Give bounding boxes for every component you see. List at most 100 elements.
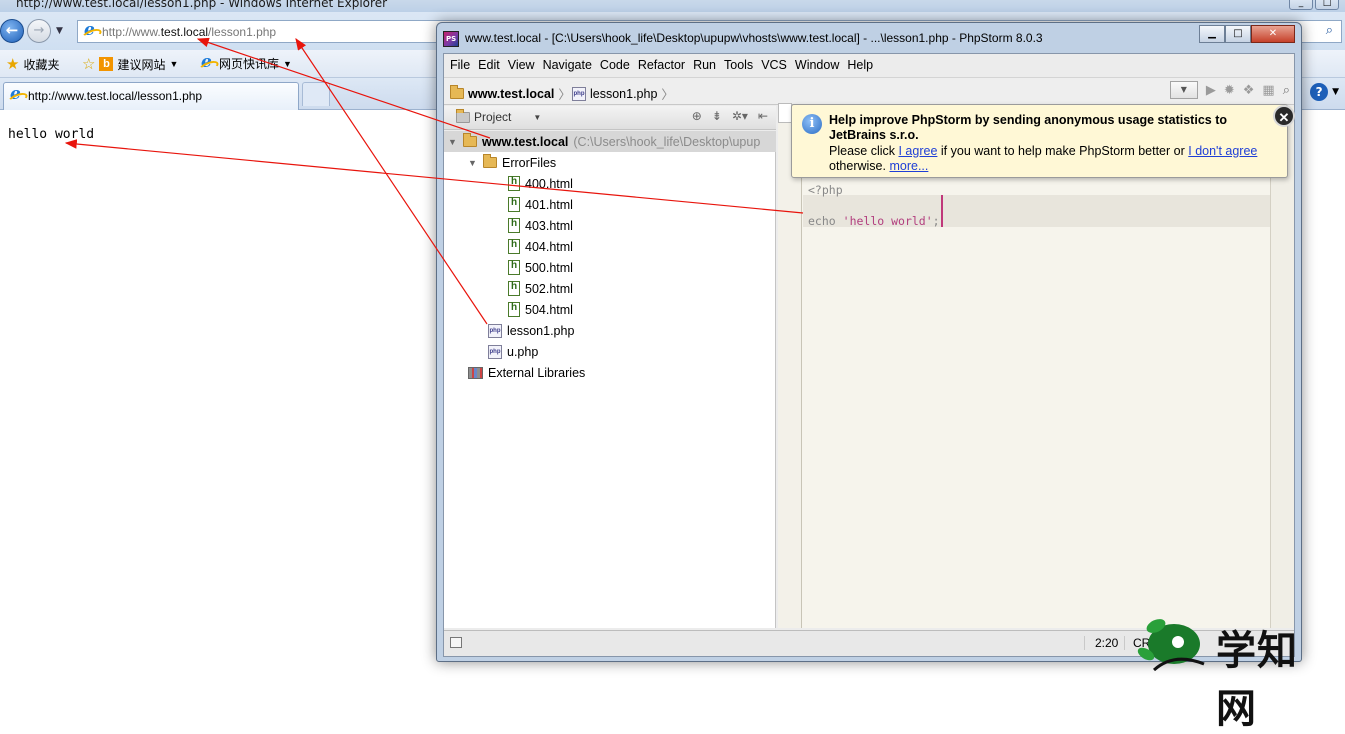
more-link[interactable]: more...	[889, 159, 928, 173]
phpstorm-window-buttons: ▁ □ ✕	[1199, 25, 1295, 43]
usage-statistics-notification: i Help improve PhpStorm by sending anony…	[791, 104, 1295, 178]
menu-edit[interactable]: Edit	[474, 54, 504, 76]
tree-item-file[interactable]: php u.php	[488, 341, 538, 362]
folder-icon	[483, 154, 497, 168]
chevron-down-icon: ▼	[283, 58, 292, 69]
tree-item-file[interactable]: 504.html	[508, 299, 573, 320]
ie-title-bar: http://www.test.local/lesson1.php - Wind…	[0, 0, 1345, 12]
gear-icon[interactable]: ✲▾	[732, 109, 748, 123]
editor-vertical-scrollbar[interactable]	[1270, 106, 1294, 628]
favorites-button[interactable]: ★ 收藏夹	[6, 55, 59, 73]
run-toolbar: ▼ ▶ ✹ ❖ ▦ ⌕	[1169, 81, 1290, 99]
close-icon[interactable]: ✕	[1251, 25, 1295, 43]
address-url[interactable]: http://www.test.local/lesson1.php	[102, 25, 276, 39]
settings-icon[interactable]: ▦	[1262, 83, 1274, 98]
new-tab-button[interactable]	[302, 82, 330, 106]
menu-tools[interactable]: Tools	[720, 54, 757, 76]
menu-code[interactable]: Code	[596, 54, 634, 76]
ie-window-buttons: _ □	[1289, 0, 1339, 10]
html-file-icon	[508, 260, 520, 275]
folder-icon	[450, 85, 464, 99]
menu-refactor[interactable]: Refactor	[634, 54, 689, 76]
editor-tab-icon[interactable]	[778, 103, 792, 123]
tree-item-file[interactable]: 403.html	[508, 215, 573, 236]
back-button[interactable]: ←	[0, 19, 24, 43]
breadcrumb-project-label: www.test.local	[468, 86, 555, 101]
forward-button[interactable]: →	[27, 19, 51, 43]
tree-item-file[interactable]: php lesson1.php	[488, 320, 574, 341]
tree-item-file[interactable]: 404.html	[508, 236, 573, 257]
file-label: 500.html	[525, 260, 573, 275]
info-icon: i	[802, 114, 822, 134]
menu-help[interactable]: Help	[843, 54, 877, 76]
help-icon[interactable]: ?	[1310, 83, 1329, 101]
project-panel-label: Project	[474, 110, 512, 124]
suggested-sites-button[interactable]: ☆ b 建议网站 ▼	[82, 55, 178, 73]
expand-icon[interactable]: ▼	[448, 137, 458, 147]
menu-window[interactable]: Window	[791, 54, 843, 76]
breadcrumb-file-label: lesson1.php	[590, 86, 658, 101]
chevron-right-icon: 〉	[661, 88, 674, 102]
coverage-icon[interactable]: ❖	[1243, 83, 1255, 98]
tree-item-file[interactable]: 502.html	[508, 278, 573, 299]
web-slice-gallery-button[interactable]: 网页快讯库 ▼	[199, 52, 292, 72]
collapse-icon[interactable]: ⇟	[712, 109, 722, 123]
navigation-bar: www.test.local 〉 php lesson1.php 〉 ▼ ▶ ✹…	[444, 77, 1294, 105]
breadcrumb-file[interactable]: php lesson1.php 〉	[572, 84, 674, 103]
ie-window-title: http://www.test.local/lesson1.php - Wind…	[16, 0, 388, 10]
file-label: 401.html	[525, 197, 573, 212]
close-icon[interactable]: ✕	[1273, 105, 1295, 127]
code-editor[interactable]: <?php echo 'hello world';	[778, 103, 1294, 628]
run-config-dropdown[interactable]: ▼	[1169, 81, 1198, 99]
search-icon[interactable]: ⌕	[1326, 23, 1333, 38]
favorites-label: 收藏夹	[23, 57, 60, 72]
agree-link[interactable]: I agree	[898, 144, 937, 158]
file-label: 400.html	[525, 176, 573, 191]
caret-position[interactable]: 2:20	[1084, 636, 1118, 650]
php-file-icon: php	[572, 86, 586, 101]
code-line-1: <?php	[808, 183, 843, 197]
ie-page-icon	[82, 20, 98, 40]
project-view-selector[interactable]: Project ▼	[456, 108, 541, 124]
run-icon[interactable]: ▶	[1206, 83, 1216, 98]
file-label: 504.html	[525, 302, 573, 317]
tree-item-libraries[interactable]: External Libraries	[468, 362, 585, 383]
minimize-icon[interactable]: _	[1289, 0, 1313, 10]
chevron-down-icon[interactable]: ▼	[1332, 87, 1339, 97]
tool-windows-icon[interactable]	[450, 637, 462, 648]
menu-view[interactable]: View	[504, 54, 539, 76]
tree-item-file[interactable]: 500.html	[508, 257, 573, 278]
maximize-icon[interactable]: □	[1315, 0, 1339, 10]
tree-item-file[interactable]: 400.html	[508, 173, 573, 194]
editor-gutter	[778, 103, 802, 628]
locate-icon[interactable]: ⊕	[692, 109, 702, 123]
maximize-icon[interactable]: □	[1225, 25, 1251, 43]
ie-page-icon	[199, 52, 215, 72]
tree-item-root[interactable]: ▼ www.test.local (C:\Users\hook_life\Des…	[444, 131, 776, 152]
code-line-echo: echo 'hello world';	[808, 214, 940, 228]
history-dropdown-icon[interactable]: ▼	[56, 26, 63, 36]
breadcrumb-project[interactable]: www.test.local 〉	[450, 84, 571, 103]
expand-icon[interactable]: ▼	[468, 158, 478, 168]
hide-panel-icon[interactable]: ⇤	[758, 109, 768, 123]
menu-run[interactable]: Run	[689, 54, 720, 76]
phpstorm-title-bar: www.test.local - [C:\Users\hook_life\Des…	[437, 23, 1301, 53]
folder-label: ErrorFiles	[502, 155, 557, 170]
search-icon[interactable]: ⌕	[1283, 83, 1290, 98]
menu-navigate[interactable]: Navigate	[539, 54, 596, 76]
project-panel-tools: ⊕ ⇟ ✲▾ ⇤	[692, 109, 768, 123]
notification-body: Please click I agree if you want to help…	[829, 144, 1258, 173]
html-file-icon	[508, 176, 520, 191]
tree-item-errorfiles[interactable]: ▼ ErrorFiles	[468, 152, 556, 173]
menu-file[interactable]: File	[446, 54, 474, 76]
minimize-icon[interactable]: ▁	[1199, 25, 1225, 43]
leaf-logo-icon	[1137, 619, 1205, 672]
html-file-icon	[508, 239, 520, 254]
tab-lesson1[interactable]: http://www.test.local/lesson1.php	[3, 82, 299, 110]
php-file-icon: php	[488, 323, 502, 338]
tree-item-file[interactable]: 401.html	[508, 194, 573, 215]
disagree-link[interactable]: I don't agree	[1188, 144, 1257, 158]
debug-icon[interactable]: ✹	[1224, 83, 1235, 98]
menu-vcs[interactable]: VCS	[757, 54, 791, 76]
file-label: 404.html	[525, 239, 573, 254]
